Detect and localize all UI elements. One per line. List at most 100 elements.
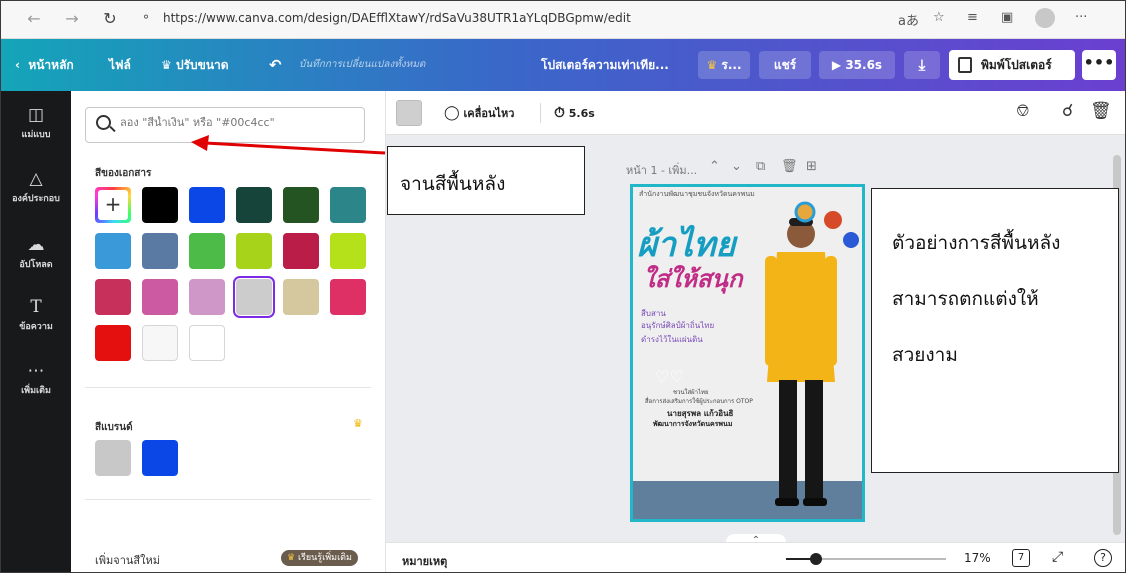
example-callout: ตัวอย่างการสีพื้นหลัง สามารถตกแต่งให้ สว…: [871, 188, 1119, 473]
home-label: หน้าหลัก: [28, 58, 74, 72]
color-swatch[interactable]: [142, 279, 178, 315]
undo-icon[interactable]: ↶: [269, 39, 282, 91]
color-swatch[interactable]: [189, 233, 225, 269]
header-more-button[interactable]: •••: [1082, 50, 1116, 80]
brand-colors-title: สีแบรนด์: [95, 422, 133, 433]
palette-callout-text: จานสีพื้นหลัง: [400, 173, 506, 195]
poster-subtitle: ใส่ให้สนุก: [643, 264, 743, 293]
timer-icon: ⏱: [554, 105, 565, 121]
delete-page-icon[interactable]: 🗑: [781, 159, 798, 174]
play-button[interactable]: ▶ 35.6s: [819, 51, 895, 79]
resize-label: ปรับขนาด: [175, 58, 229, 72]
upload-icon: ☁: [27, 235, 45, 255]
chevron-up-icon[interactable]: ⌃: [709, 159, 720, 174]
save-status: บันทึกการเปลี่ยนแปลงทั้งหมด: [299, 59, 426, 70]
screenshot-root: ← → ↻ ⚬ https://www.canva.com/design/DAE…: [0, 0, 1126, 573]
address-bar[interactable]: ⚬ https://www.canva.com/design/DAEfflXta…: [141, 8, 781, 32]
color-swatch[interactable]: [330, 233, 366, 269]
sidebar-item-uploads[interactable]: ☁ อัปโหลด: [1, 235, 71, 271]
crown-icon: ♛: [706, 58, 718, 72]
profile-icon[interactable]: [1035, 8, 1055, 28]
color-swatch[interactable]: [236, 187, 272, 223]
favorite-icon[interactable]: ☆: [933, 10, 945, 25]
trash-icon[interactable]: 🗑: [1090, 101, 1112, 121]
document-colors-title: สีของเอกสาร: [95, 168, 152, 179]
sidebar-item-text[interactable]: T ข้อความ: [1, 297, 71, 333]
zoom-slider-handle[interactable]: [809, 553, 822, 565]
more-icon: ⋯: [27, 361, 45, 381]
duration-button[interactable]: ⏱ 5.6s: [554, 91, 595, 135]
animate-button[interactable]: ◯ เคลื่อนไหว: [444, 91, 514, 135]
paint-format-icon[interactable]: ⎊: [1016, 101, 1030, 121]
url-text[interactable]: https://www.canva.com/design/DAEfflXtawY…: [163, 11, 631, 25]
toolbar-divider: [540, 103, 541, 123]
page-title[interactable]: หน้า 1 - เพิ่ม...: [626, 161, 697, 179]
notes-button[interactable]: หมายเหตุ: [402, 552, 447, 570]
background-color-button[interactable]: [396, 100, 422, 126]
design-title[interactable]: โปสเตอร์ความเท่าเทีย...: [541, 39, 669, 91]
reload-icon[interactable]: ↻: [99, 8, 121, 30]
add-color-button[interactable]: +: [95, 187, 131, 223]
print-label: พิมพ์โปสเตอร์: [981, 58, 1052, 72]
color-swatch[interactable]: [236, 233, 272, 269]
color-swatch[interactable]: [95, 279, 131, 315]
forward-icon[interactable]: →: [61, 8, 83, 30]
download-icon[interactable]: ⤓: [904, 51, 940, 79]
brand-color-swatch[interactable]: [95, 440, 131, 476]
left-sidebar: ◫ แม่แบบ △ องค์ประกอบ ☁ อัปโหลด T ข้อควา…: [1, 91, 71, 572]
sidebar-item-templates[interactable]: ◫ แม่แบบ: [1, 105, 71, 141]
zoom-slider[interactable]: [786, 553, 946, 565]
lock-icon[interactable]: ☌: [1062, 101, 1073, 121]
print-poster-button[interactable]: พิมพ์โปสเตอร์: [949, 50, 1075, 80]
color-swatch[interactable]: [283, 233, 319, 269]
color-swatch[interactable]: [142, 187, 178, 223]
color-swatch[interactable]: [189, 325, 225, 361]
back-icon[interactable]: ←: [23, 8, 45, 30]
color-swatch[interactable]: [95, 233, 131, 269]
color-swatch[interactable]: [95, 325, 131, 361]
sidebar-item-label: ข้อความ: [19, 322, 53, 332]
color-swatch[interactable]: [189, 187, 225, 223]
color-swatch[interactable]: [189, 279, 225, 315]
color-swatch[interactable]: [283, 279, 319, 315]
duration-label: 5.6s: [568, 107, 595, 120]
sidebar-item-label: องค์ประกอบ: [12, 194, 60, 204]
color-swatch[interactable]: [142, 325, 178, 361]
play-duration: 35.6s: [845, 58, 883, 72]
collections-icon[interactable]: ≡: [967, 10, 978, 25]
sidebar-item-more[interactable]: ⋯ เพิ่มเติม: [1, 361, 71, 397]
resize-button[interactable]: ♛ ปรับขนาด: [161, 39, 229, 91]
read-aloud-icon[interactable]: aあ: [898, 10, 919, 29]
example-callout-line-3: สวยงาม: [892, 344, 958, 366]
crown-icon: ♛: [353, 417, 363, 430]
sidebar-item-elements[interactable]: △ องค์ประกอบ: [1, 169, 71, 205]
annotation-arrow: [191, 135, 386, 155]
poster-design[interactable]: สำนักงานพัฒนาชุมชนจังหวัดนครพนม ผ้าไทย ใ…: [630, 184, 865, 522]
color-search-input[interactable]: [120, 116, 350, 129]
crown-icon: ♛: [287, 553, 296, 563]
file-menu[interactable]: ไฟล์: [109, 39, 131, 91]
zoom-level[interactable]: 17%: [964, 551, 991, 565]
color-swatch[interactable]: [283, 187, 319, 223]
share-button[interactable]: แชร์: [759, 51, 811, 79]
page-count-icon[interactable]: 7: [1012, 549, 1030, 567]
browser-more-icon[interactable]: ···: [1075, 10, 1087, 25]
duplicate-page-icon[interactable]: ⧉: [756, 159, 765, 174]
poster-logos: [794, 201, 859, 248]
add-page-icon[interactable]: ⊞: [806, 159, 817, 174]
brand-color-swatch[interactable]: [142, 440, 178, 476]
help-icon[interactable]: ?: [1094, 549, 1112, 567]
color-swatch[interactable]: [233, 276, 275, 318]
animate-label: เคลื่อนไหว: [463, 107, 515, 120]
color-swatch[interactable]: [330, 279, 366, 315]
chevron-down-icon[interactable]: ⌄: [731, 159, 742, 174]
heart-doodle-icon: ♡♡: [655, 367, 684, 386]
color-swatch[interactable]: [330, 187, 366, 223]
color-swatch[interactable]: [142, 233, 178, 269]
pro-button[interactable]: ♛ ร...: [698, 51, 750, 79]
learn-more-badge[interactable]: ♛ เรียนรู้เพิ่มเติม: [281, 550, 358, 566]
fullscreen-icon[interactable]: ⤢: [1052, 549, 1063, 565]
editor-footer: หมายเหตุ 17% 7 ⤢ ?: [386, 542, 1125, 572]
home-button[interactable]: ‹ หน้าหลัก: [15, 39, 74, 91]
tab-actions-icon[interactable]: ▣: [1001, 10, 1013, 25]
